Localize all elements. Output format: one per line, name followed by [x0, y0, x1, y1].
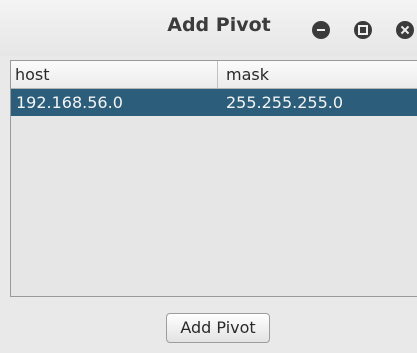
- title-bar[interactable]: Add Pivot: [0, 0, 417, 56]
- pivot-table: host mask 192.168.56.0 255.255.255.0: [10, 60, 417, 297]
- table-row[interactable]: 192.168.56.0 255.255.255.0: [11, 89, 417, 116]
- cell-mask: 255.255.255.0: [226, 93, 344, 112]
- column-header-host[interactable]: host: [15, 61, 50, 88]
- add-pivot-dialog: Add Pivot host mask 192.168.56.0 255.255…: [0, 0, 417, 353]
- column-header-mask[interactable]: mask: [226, 61, 269, 88]
- cell-host: 192.168.56.0: [16, 93, 123, 112]
- maximize-icon[interactable]: [354, 21, 372, 39]
- column-separator[interactable]: [217, 61, 218, 88]
- add-pivot-button[interactable]: Add Pivot: [166, 313, 270, 343]
- minimize-icon[interactable]: [312, 21, 330, 39]
- table-header: host mask: [11, 61, 417, 89]
- close-icon[interactable]: [396, 21, 414, 39]
